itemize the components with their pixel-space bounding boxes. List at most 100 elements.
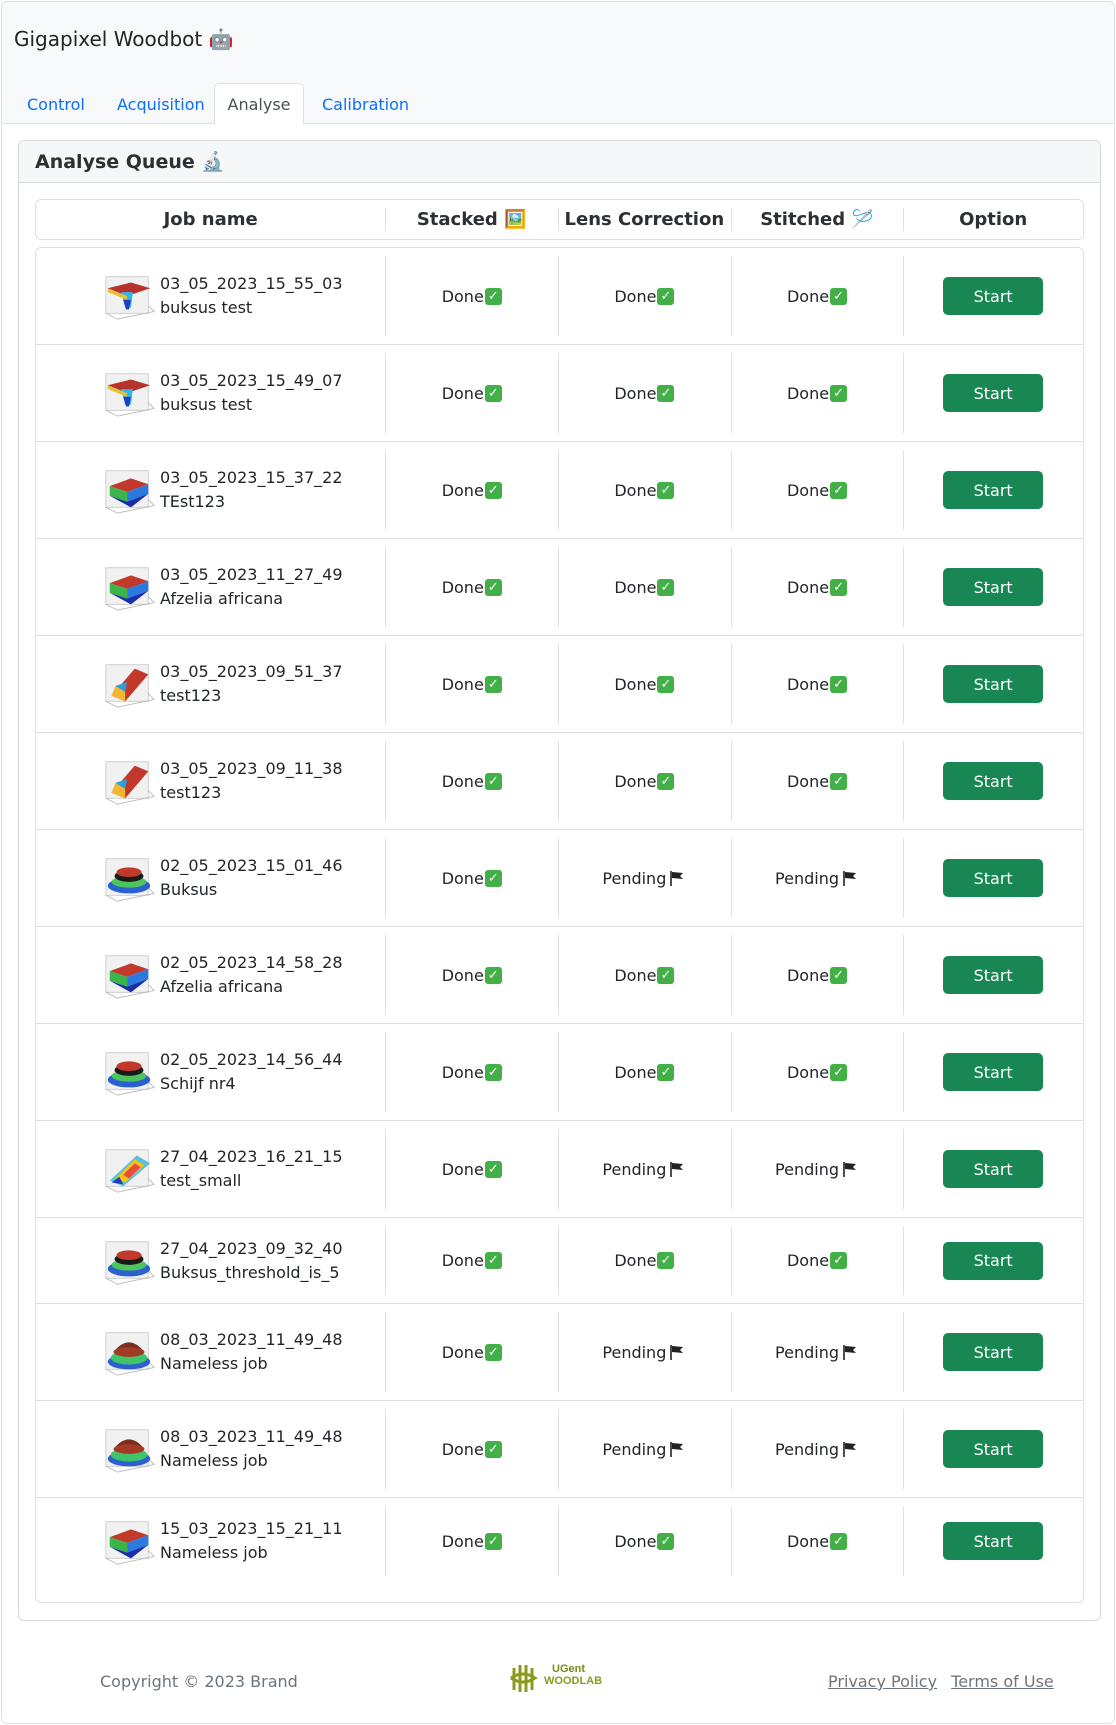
stitched-cell: Done ✓	[730, 1218, 904, 1303]
start-button[interactable]: Start	[943, 374, 1044, 412]
copyright-text: Copyright © 2023 Brand	[100, 1672, 298, 1691]
start-button[interactable]: Start	[943, 762, 1044, 800]
job-label: 02_05_2023_15_01_46 Buksus	[160, 854, 343, 902]
terms-of-use-link[interactable]: Terms of Use	[951, 1672, 1054, 1691]
lens-correction-cell: Pending	[558, 1121, 731, 1217]
table-row: 03_05_2023_15_37_22 TEst123 Done ✓ Done ✓ Done…	[36, 442, 1083, 539]
check-mark-icon: ✓	[830, 675, 848, 693]
lens-correction-cell: Done ✓	[558, 539, 731, 635]
stitched-cell: Done ✓	[730, 248, 904, 344]
stacked-cell: Done ✓	[385, 927, 558, 1023]
stacked-status-text: Done	[441, 286, 484, 306]
stitched-status: Done ✓	[787, 1063, 848, 1082]
job-date: 03_05_2023_11_27_49	[160, 565, 343, 584]
job-name-cell: 03_05_2023_09_51_37 test123	[36, 636, 385, 732]
option-cell: Start	[903, 830, 1083, 926]
stitched-cell: Done ✓	[730, 442, 904, 538]
check-mark-icon: ✓	[657, 1063, 675, 1081]
start-button[interactable]: Start	[943, 1430, 1044, 1468]
start-button[interactable]: Start	[943, 859, 1044, 897]
stitched-cell: Done ✓	[730, 927, 904, 1023]
job-name: Nameless job	[160, 1451, 268, 1470]
footer-links: Privacy Policy Terms of Use	[828, 1672, 1063, 1691]
start-button[interactable]: Start	[943, 1053, 1044, 1091]
stacked-status: Done ✓	[442, 1063, 502, 1082]
stacked-status: Done ✓	[442, 966, 502, 985]
option-cell: Start	[903, 1218, 1083, 1303]
table-row: 03_05_2023_15_49_07 buksus test Done ✓ Done ✓…	[36, 345, 1083, 442]
table-row: 03_05_2023_09_11_38 test123 Done ✓ Done ✓ Done…	[36, 733, 1083, 830]
job-thumbnail-icon	[105, 1240, 156, 1285]
tab-analyse[interactable]: Analyse	[214, 83, 304, 125]
stitched-cell: Pending	[730, 830, 904, 926]
lens-status: Done ✓	[614, 1251, 675, 1270]
start-button[interactable]: Start	[943, 1241, 1044, 1280]
check-mark-icon: ✓	[484, 481, 502, 499]
job-date: 03_05_2023_15_49_07	[160, 371, 343, 390]
stacked-status: Done ✓	[442, 772, 502, 791]
tab-calibration[interactable]: Calibration	[306, 83, 425, 125]
job-name: Nameless job	[160, 1543, 268, 1562]
stitched-status-text: Pending	[775, 868, 839, 888]
job-thumbnail-icon	[105, 470, 156, 514]
privacy-policy-link[interactable]: Privacy Policy	[828, 1672, 937, 1691]
lens-correction-cell: Done ✓	[558, 927, 731, 1023]
start-button[interactable]: Start	[943, 471, 1044, 509]
lens-status: Done ✓	[614, 675, 675, 694]
lens-status-text: Pending	[602, 1342, 667, 1362]
check-mark-icon: ✓	[830, 578, 848, 596]
stitched-status: Pending	[775, 1440, 859, 1459]
job-label: 03_05_2023_09_11_38 test123	[160, 757, 343, 805]
start-button[interactable]: Start	[943, 1333, 1044, 1371]
check-mark-icon: ✓	[657, 1532, 675, 1550]
start-button[interactable]: Start	[943, 568, 1044, 606]
lens-correction-cell: Done ✓	[558, 345, 731, 441]
job-name: Afzelia africana	[160, 977, 284, 996]
stitched-status: Done ✓	[787, 287, 848, 306]
job-label: 15_03_2023_15_21_11 Nameless job	[160, 1517, 343, 1565]
table-row: 02_05_2023_14_58_28 Afzelia africana Done ✓…	[36, 927, 1083, 1024]
tab-acquisition[interactable]: Acquisition	[101, 83, 221, 125]
stacked-cell: Done ✓	[385, 1121, 558, 1217]
job-name-cell: 02_05_2023_15_01_46 Buksus	[36, 830, 385, 926]
stitched-status-text: Done	[786, 1531, 830, 1551]
start-button[interactable]: Start	[943, 665, 1044, 703]
stacked-status: Done ✓	[442, 287, 502, 306]
stitched-status-text: Done	[786, 577, 830, 597]
job-thumbnail-icon	[105, 761, 156, 805]
stitched-status: Done ✓	[786, 771, 848, 791]
job-thumbnail-icon	[105, 1149, 156, 1193]
flag-icon	[843, 1162, 856, 1177]
check-mark-icon: ✓	[657, 772, 675, 790]
stitched-status-text: Done	[786, 771, 830, 791]
job-date: 02_05_2023_14_58_28	[160, 953, 343, 972]
lens-status-text: Pending	[602, 1439, 667, 1459]
job-label: 03_05_2023_15_55_03 buksus test	[160, 272, 343, 320]
option-cell: Start	[903, 1121, 1083, 1217]
header-option: Option	[903, 200, 1083, 239]
check-mark-icon: ✓	[484, 772, 502, 790]
check-mark-icon: ✓	[484, 578, 502, 596]
lens-status: Done ✓	[614, 578, 675, 597]
job-name-cell: 27_04_2023_09_32_40 Buksus_threshold_is_5	[36, 1218, 385, 1303]
tab-control[interactable]: Control	[11, 83, 101, 125]
table-row: 03_05_2023_11_27_49 Afzelia africana Done ✓…	[36, 539, 1083, 636]
job-label: 03_05_2023_09_51_37 test123	[160, 660, 343, 708]
stitched-cell: Pending	[730, 1304, 904, 1400]
table-row: 08_03_2023_11_49_48 Nameless job Done ✓ Pend…	[36, 1304, 1083, 1401]
start-button[interactable]: Start	[943, 956, 1044, 994]
start-button[interactable]: Start	[943, 277, 1044, 315]
brand-title[interactable]: Gigapixel Woodbot 🤖	[14, 27, 234, 51]
stacked-status: Done ✓	[442, 869, 502, 888]
job-date: 03_05_2023_09_51_37	[160, 662, 343, 681]
start-button[interactable]: Start	[943, 1150, 1044, 1188]
job-thumbnail-icon	[105, 1052, 156, 1096]
job-thumbnail-icon	[105, 1332, 156, 1376]
flag-icon	[670, 1345, 684, 1360]
flag-icon	[843, 1345, 856, 1360]
stacked-status-text: Done	[441, 577, 484, 597]
lens-status: Done ✓	[614, 1532, 675, 1551]
lens-status-text: Pending	[602, 1159, 667, 1179]
start-button[interactable]: Start	[943, 1522, 1044, 1560]
stacked-status: Done ✓	[442, 1160, 502, 1179]
